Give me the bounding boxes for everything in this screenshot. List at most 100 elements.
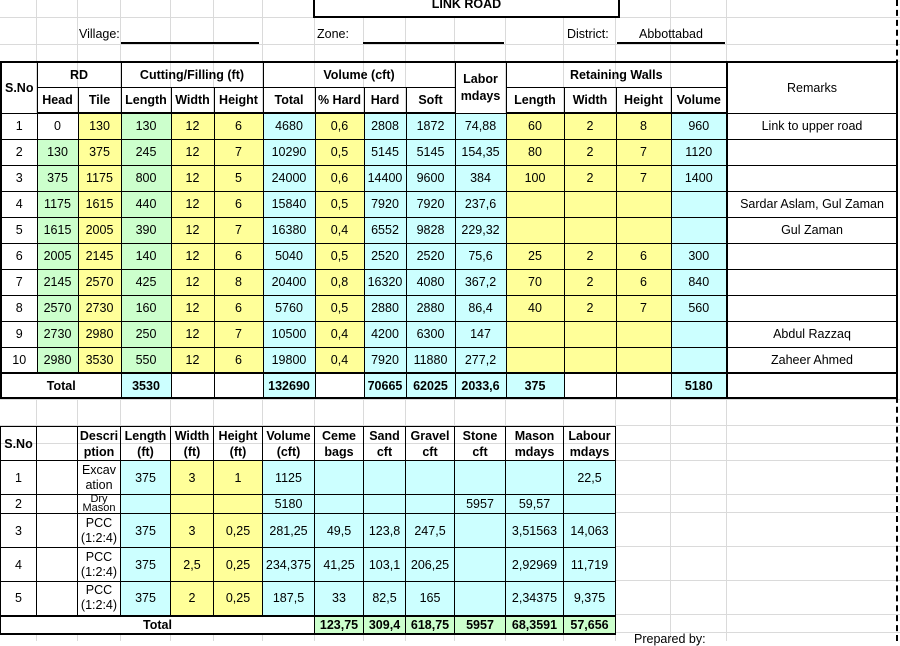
cell-stone[interactable] <box>454 513 506 548</box>
cell-soft[interactable]: 11880 <box>405 346 456 374</box>
cell-soft[interactable]: 2520 <box>405 242 456 270</box>
cell-tile[interactable]: 1615 <box>77 190 122 218</box>
cell-height[interactable]: 0,25 <box>213 547 263 582</box>
materials-total-gravel[interactable]: 618,75 <box>405 614 455 635</box>
cell-desc[interactable]: PCC (1:2:4) <box>77 513 121 548</box>
cell-mason[interactable] <box>505 460 564 495</box>
cell-labour[interactable] <box>563 494 616 514</box>
cell-labor[interactable]: 367,2 <box>454 268 507 296</box>
cell-total[interactable]: 5040 <box>262 242 316 270</box>
cell-width[interactable]: 12 <box>170 216 215 244</box>
cell-head[interactable]: 2980 <box>36 346 79 374</box>
cell-head[interactable]: 375 <box>36 164 79 192</box>
cell-sno[interactable]: 7 <box>0 268 38 296</box>
total-empty-cell[interactable] <box>726 372 898 399</box>
cell-cement[interactable]: 41,25 <box>314 547 364 582</box>
cell-head[interactable]: 2570 <box>36 294 79 322</box>
cell-rw-length[interactable]: 80 <box>505 138 565 166</box>
cell-total[interactable]: 19800 <box>262 346 316 374</box>
cell-labour[interactable]: 11,719 <box>563 547 616 582</box>
cell-rw-height[interactable]: 6 <box>615 268 672 296</box>
total-rw-length[interactable]: 375 <box>505 372 565 399</box>
cell-remarks[interactable] <box>726 138 898 166</box>
cell-head[interactable]: 2005 <box>36 242 79 270</box>
cell-rw-height[interactable]: 8 <box>615 112 672 140</box>
cell-length[interactable]: 375 <box>120 547 171 582</box>
cell-rw-length[interactable]: 60 <box>505 112 565 140</box>
cell-width[interactable]: 12 <box>170 242 215 270</box>
cell-length[interactable]: 160 <box>120 294 172 322</box>
cell-length[interactable]: 140 <box>120 242 172 270</box>
cell-rw-height[interactable]: 7 <box>615 138 672 166</box>
cell-height[interactable]: 0,25 <box>213 581 263 616</box>
cell-total[interactable]: 16380 <box>262 216 316 244</box>
materials-total-mason[interactable]: 68,3591 <box>505 614 564 635</box>
cell-rw-height[interactable] <box>615 216 672 244</box>
cell-sno[interactable]: 4 <box>0 547 37 582</box>
cell-soft[interactable]: 7920 <box>405 190 456 218</box>
cell-sand[interactable]: 123,8 <box>363 513 406 548</box>
cell-sno[interactable]: 2 <box>0 138 38 166</box>
cell-tile[interactable]: 2005 <box>77 216 122 244</box>
cell-pct-hard[interactable]: 0,5 <box>314 294 365 322</box>
cell-soft[interactable]: 6300 <box>405 320 456 348</box>
cell-sno[interactable]: 1 <box>0 460 37 495</box>
cell-width[interactable]: 3 <box>170 460 214 495</box>
cell-desc[interactable]: Excav ation <box>77 460 121 495</box>
zone-field[interactable] <box>363 27 504 44</box>
cell-rw-volume[interactable] <box>670 190 728 218</box>
cell-head[interactable]: 2730 <box>36 320 79 348</box>
cell-width[interactable]: 12 <box>170 320 215 348</box>
cell-rw-volume[interactable]: 1400 <box>670 164 728 192</box>
cell-rw-volume[interactable] <box>670 346 728 374</box>
cell-volume[interactable]: 187,5 <box>262 581 315 616</box>
cell-width[interactable]: 12 <box>170 268 215 296</box>
cell-rw-height[interactable]: 6 <box>615 242 672 270</box>
cell-labor[interactable]: 154,35 <box>454 138 507 166</box>
cell-rw-length[interactable] <box>505 346 565 374</box>
cell-labor[interactable]: 75,6 <box>454 242 507 270</box>
cell-hard[interactable]: 7920 <box>363 190 407 218</box>
cell-width[interactable]: 2 <box>170 581 214 616</box>
cell-tile[interactable]: 2145 <box>77 242 122 270</box>
cell-rw-length[interactable] <box>505 190 565 218</box>
cell-pct-hard[interactable]: 0,8 <box>314 268 365 296</box>
cell-volume[interactable]: 1125 <box>262 460 315 495</box>
cell-length[interactable] <box>120 494 171 514</box>
cell-cement[interactable]: 33 <box>314 581 364 616</box>
cell-pct-hard[interactable]: 0,5 <box>314 242 365 270</box>
cell-labor[interactable]: 86,4 <box>454 294 507 322</box>
cell-hard[interactable]: 14400 <box>363 164 407 192</box>
cell-rw-length[interactable]: 40 <box>505 294 565 322</box>
cell-width[interactable]: 12 <box>170 190 215 218</box>
cell-width[interactable]: 2,5 <box>170 547 214 582</box>
cell-length[interactable]: 245 <box>120 138 172 166</box>
cell-rw-width[interactable]: 2 <box>563 164 617 192</box>
cell-rw-volume[interactable] <box>670 320 728 348</box>
cell-desc[interactable]: Dry Mason <box>77 494 121 514</box>
cell-remarks[interactable]: Sardar Aslam, Gul Zaman <box>726 190 898 218</box>
cell-labour[interactable]: 9,375 <box>563 581 616 616</box>
cell-labor[interactable]: 229,32 <box>454 216 507 244</box>
cell-stone[interactable] <box>454 581 506 616</box>
cell-gravel[interactable] <box>405 460 455 495</box>
cell-height[interactable]: 0,25 <box>213 513 263 548</box>
cell-sno[interactable]: 5 <box>0 581 37 616</box>
cell-gravel[interactable]: 165 <box>405 581 455 616</box>
cell-sno[interactable]: 2 <box>0 494 37 514</box>
cell-rw-volume[interactable] <box>670 216 728 244</box>
cell-rw-volume[interactable]: 560 <box>670 294 728 322</box>
cell-height[interactable]: 5 <box>213 164 264 192</box>
cell-remarks[interactable] <box>726 164 898 192</box>
cell-desc[interactable]: PCC (1:2:4) <box>77 581 121 616</box>
cell-total[interactable]: 10500 <box>262 320 316 348</box>
cell-width[interactable]: 12 <box>170 112 215 140</box>
cell-sno[interactable]: 8 <box>0 294 38 322</box>
cell-soft[interactable]: 1872 <box>405 112 456 140</box>
total-empty-cell[interactable] <box>563 372 617 399</box>
cell-volume[interactable]: 281,25 <box>262 513 315 548</box>
cell-height[interactable]: 7 <box>213 138 264 166</box>
cell-soft[interactable]: 9600 <box>405 164 456 192</box>
cell-length[interactable]: 390 <box>120 216 172 244</box>
cell-height[interactable] <box>213 494 263 514</box>
